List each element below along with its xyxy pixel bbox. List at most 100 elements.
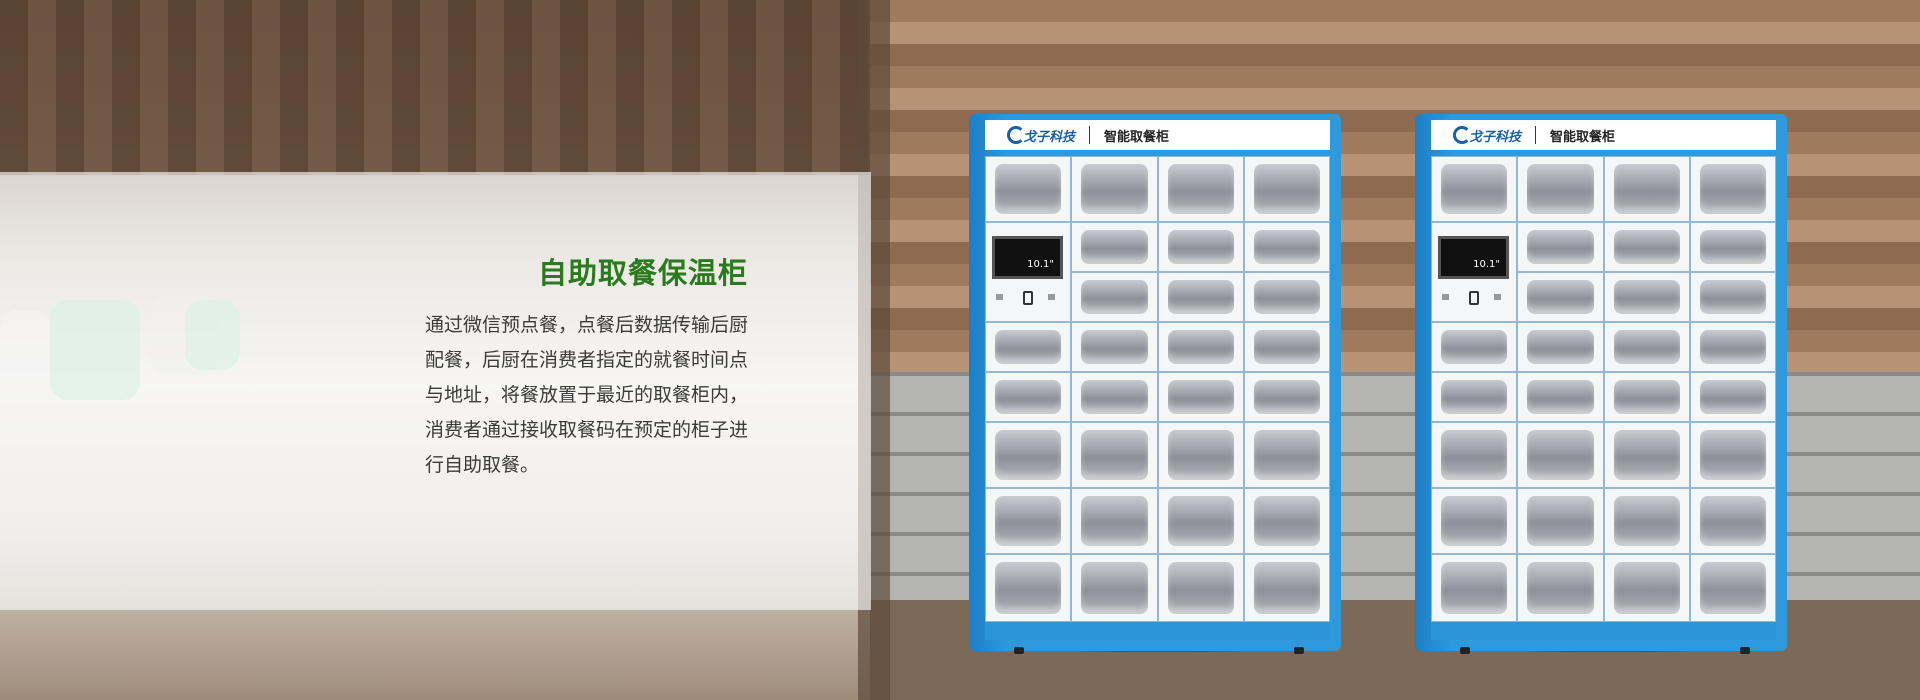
qr-scanner-icon <box>1023 291 1033 305</box>
locker-window <box>1613 330 1680 364</box>
locker-door <box>1243 488 1330 554</box>
locker-door <box>985 156 1072 222</box>
speaker-left <box>1442 294 1449 300</box>
locker-window <box>995 330 1062 364</box>
locker-door <box>1157 488 1244 554</box>
locker-window <box>1441 164 1508 214</box>
locker-door <box>1071 222 1158 272</box>
speaker-right <box>1048 294 1055 300</box>
locker-grid: 10.1" <box>1431 156 1776 622</box>
locker-window <box>995 164 1062 214</box>
locker-window <box>1253 230 1320 264</box>
locker-window <box>1613 430 1680 480</box>
locker-window <box>1081 164 1148 214</box>
locker-door <box>985 554 1072 622</box>
locker-door <box>1157 222 1244 272</box>
locker-door <box>1157 422 1244 488</box>
locker-door <box>1157 272 1244 322</box>
locker-window <box>1167 496 1234 546</box>
food-locker-cabinet: 戈子科技 智能取餐柜 10.1" <box>969 114 1349 654</box>
locker-window <box>1699 230 1766 264</box>
locker-door <box>1071 372 1158 422</box>
locker-window <box>1699 380 1766 414</box>
locker-window <box>1167 380 1234 414</box>
speaker-right <box>1494 294 1501 300</box>
locker-door <box>1431 422 1518 488</box>
locker-door <box>1431 488 1518 554</box>
locker-window <box>1167 330 1234 364</box>
locker-door <box>1689 322 1776 372</box>
locker-door <box>1243 322 1330 372</box>
locker-window <box>1527 496 1594 546</box>
locker-door <box>1071 322 1158 372</box>
locker-door <box>1243 372 1330 422</box>
locker-door <box>985 372 1072 422</box>
locker-door <box>985 422 1072 488</box>
locker-door <box>1243 272 1330 322</box>
qr-scanner-icon <box>1469 291 1479 305</box>
locker-window <box>1081 230 1148 264</box>
locker-window <box>1253 562 1320 614</box>
cabinet-body: 戈子科技 智能取餐柜 10.1" <box>1415 114 1787 651</box>
header-divider <box>1535 126 1537 144</box>
locker-door <box>1603 488 1690 554</box>
locker-window <box>1167 164 1234 214</box>
locker-door <box>1517 272 1604 322</box>
locker-door <box>1603 322 1690 372</box>
locker-window <box>1253 280 1320 314</box>
product-name: 智能取餐柜 <box>1550 129 1616 145</box>
locker-window <box>1441 496 1508 546</box>
product-name: 智能取餐柜 <box>1104 129 1170 145</box>
locker-window <box>1699 430 1766 480</box>
cabinet-header: 戈子科技 智能取餐柜 <box>1431 120 1776 150</box>
food-locker-cabinet: 戈子科技 智能取餐柜 10.1" <box>1415 114 1795 654</box>
cabinet-body: 戈子科技 智能取餐柜 10.1" <box>969 114 1341 651</box>
locker-window <box>1441 380 1508 414</box>
locker-door <box>1689 422 1776 488</box>
locker-door <box>1071 554 1158 622</box>
locker-window <box>995 380 1062 414</box>
locker-window <box>1253 164 1320 214</box>
locker-door <box>1603 156 1690 222</box>
brand-name: 戈子科技 <box>1023 129 1076 145</box>
locker-window <box>1613 380 1680 414</box>
locker-window <box>1081 496 1148 546</box>
locker-door <box>1243 422 1330 488</box>
locker-window <box>1167 562 1234 614</box>
locker-door <box>1689 372 1776 422</box>
touch-screen: 10.1" <box>992 236 1063 279</box>
locker-door <box>1689 554 1776 622</box>
locker-door <box>1157 372 1244 422</box>
locker-door <box>1431 156 1518 222</box>
cabinet-foot <box>1460 647 1470 654</box>
locker-door <box>1603 372 1690 422</box>
banner-description: 通过微信预点餐，点餐后数据传输后厨配餐，后厨在消费者指定的就餐时间点与地址，将餐… <box>425 314 749 476</box>
locker-window <box>1081 380 1148 414</box>
control-panel: 10.1" <box>985 222 1072 322</box>
locker-door <box>1071 422 1158 488</box>
locker-window <box>1527 380 1594 414</box>
locker-window <box>1527 562 1594 614</box>
locker-door <box>1071 156 1158 222</box>
locker-door <box>1603 222 1690 272</box>
cabinet-foot <box>1740 647 1750 654</box>
wood-ceiling <box>0 0 890 175</box>
locker-door <box>1517 422 1604 488</box>
locker-window <box>1081 330 1148 364</box>
locker-door <box>1243 222 1330 272</box>
locker-door <box>985 488 1072 554</box>
locker-window <box>1699 496 1766 546</box>
cabinet-foot <box>1294 647 1304 654</box>
locker-door <box>1157 322 1244 372</box>
locker-window <box>1613 280 1680 314</box>
locker-window <box>1613 562 1680 614</box>
locker-window <box>1613 230 1680 264</box>
locker-door <box>1157 554 1244 622</box>
locker-window <box>1441 562 1508 614</box>
locker-door <box>1071 488 1158 554</box>
brand-logo-icon <box>1453 126 1471 144</box>
control-panel: 10.1" <box>1431 222 1518 322</box>
locker-door <box>1517 554 1604 622</box>
header-divider <box>1089 126 1091 144</box>
locker-window <box>1527 430 1594 480</box>
